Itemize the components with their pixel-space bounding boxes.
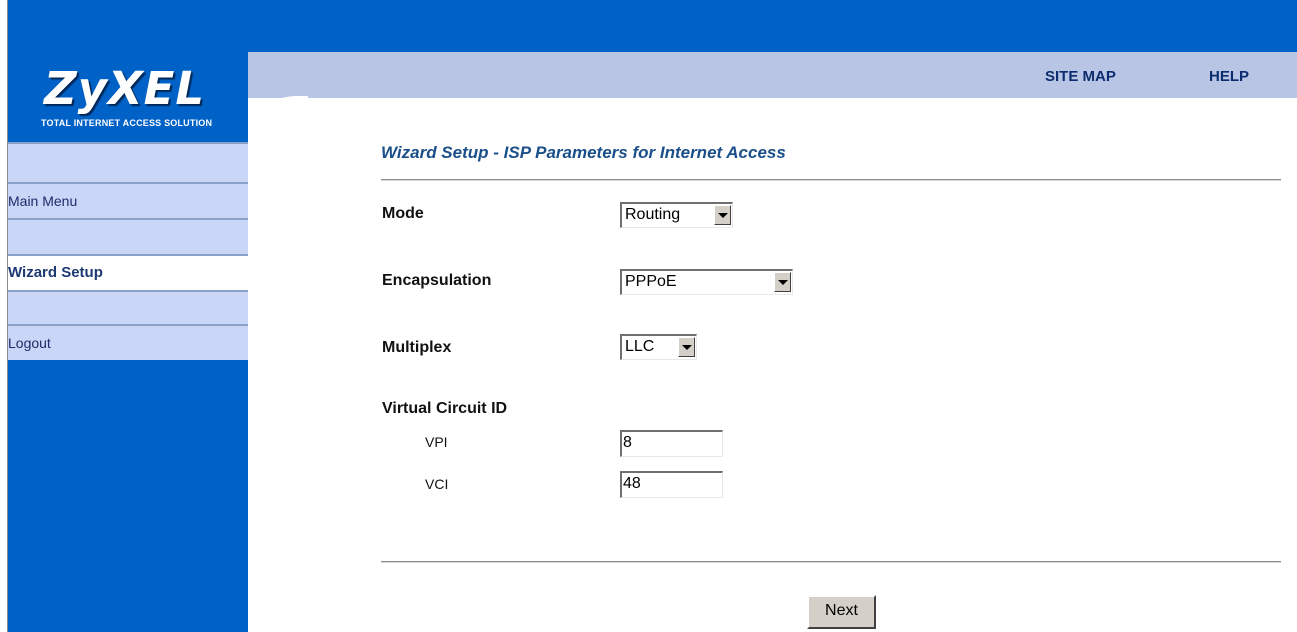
- multiplex-label: Multiplex: [382, 339, 452, 356]
- next-button[interactable]: Next: [807, 595, 876, 629]
- title-divider: [381, 179, 1281, 181]
- nav-spacer: [8, 290, 248, 326]
- nav-item-main-menu[interactable]: Main Menu: [8, 182, 248, 218]
- vci-input[interactable]: 48: [620, 471, 723, 498]
- logo-wordmark: ZyXEL: [44, 62, 206, 115]
- mode-label: Mode: [382, 205, 424, 222]
- multiplex-select-value: LLC: [625, 338, 655, 355]
- mode-select-value: Routing: [625, 206, 681, 223]
- nav-item-wizard-setup[interactable]: Wizard Setup: [8, 254, 248, 290]
- encapsulation-select[interactable]: PPPoE: [620, 269, 793, 295]
- multiplex-select[interactable]: LLC: [620, 334, 697, 360]
- nav-item-label: Wizard Setup: [8, 264, 103, 281]
- vci-label: VCI: [425, 476, 449, 492]
- site-map-link[interactable]: SITE MAP: [1045, 68, 1116, 85]
- chevron-down-icon[interactable]: [678, 337, 695, 357]
- brand-logo: ZyXEL Total Internet Access Solution: [8, 52, 248, 142]
- help-link[interactable]: HELP: [1209, 68, 1249, 85]
- virtual-circuit-id-label: Virtual Circuit ID: [382, 400, 508, 417]
- nav-item-logout[interactable]: Logout: [8, 324, 248, 360]
- encapsulation-label: Encapsulation: [382, 272, 492, 289]
- nav-item-label: Main Menu: [8, 193, 78, 209]
- form-divider: [381, 561, 1281, 563]
- nav-item-label: Logout: [8, 335, 51, 351]
- nav-spacer: [8, 142, 248, 182]
- chevron-down-icon[interactable]: [774, 272, 791, 292]
- vpi-label: VPI: [425, 434, 448, 450]
- encapsulation-select-value: PPPoE: [625, 273, 677, 290]
- mode-select[interactable]: Routing: [620, 202, 733, 228]
- window-left-edge: [0, 0, 8, 632]
- logo-tagline: Total Internet Access Solution: [41, 118, 213, 128]
- page-title: Wizard Setup - ISP Parameters for Intern…: [381, 143, 786, 162]
- top-banner: [8, 0, 1297, 52]
- vpi-input[interactable]: 8: [620, 430, 723, 457]
- nav-spacer: [8, 218, 248, 258]
- chevron-down-icon[interactable]: [714, 205, 731, 225]
- content-header-bar: [248, 52, 1297, 98]
